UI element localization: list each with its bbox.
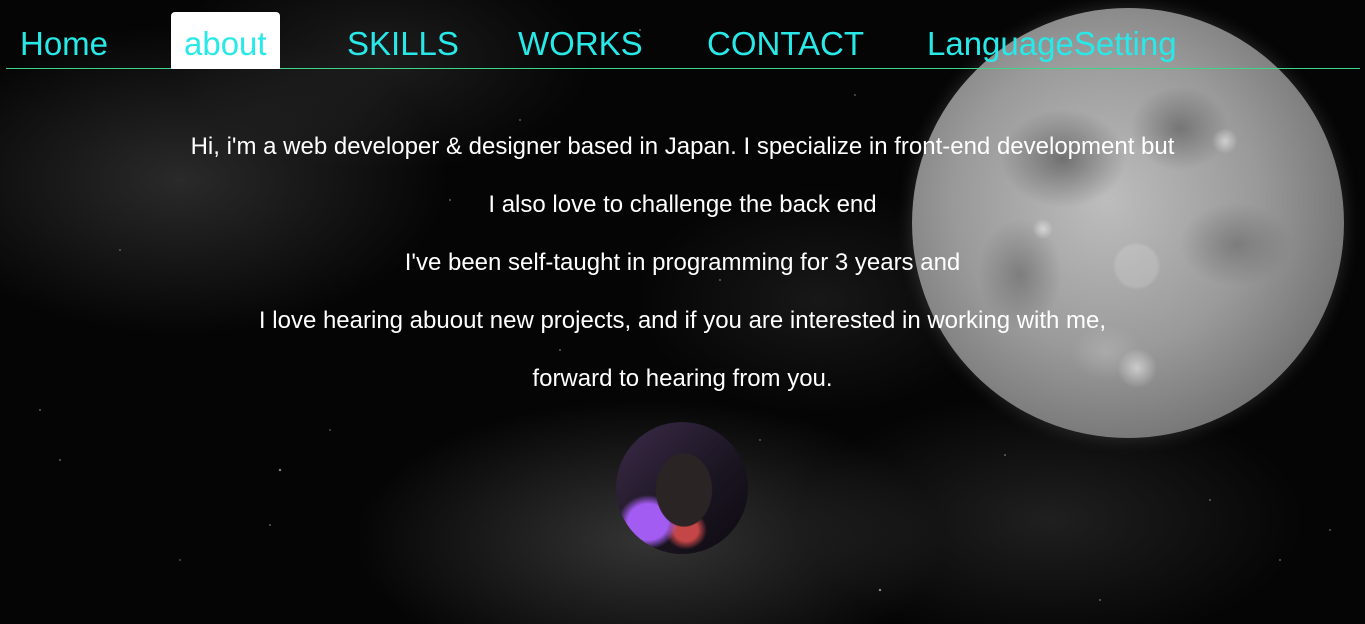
main-nav: Home about SKILLS WORKS CONTACT Language…	[6, 0, 1360, 69]
nav-home[interactable]: Home	[20, 22, 108, 66]
nav-language-setting[interactable]: LanguageSetting	[927, 22, 1177, 66]
about-text-line: Hi, i'm a web developer & designer based…	[190, 133, 1175, 160]
nav-about[interactable]: about	[171, 12, 280, 69]
about-text-line: I love hearing abuout new projects, and …	[258, 307, 1107, 334]
about-text-line: I've been self-taught in programming for…	[404, 249, 961, 276]
about-text-line: forward to hearing from you.	[532, 365, 833, 392]
page: Home about SKILLS WORKS CONTACT Language…	[0, 0, 1365, 624]
nav-contact[interactable]: CONTACT	[707, 22, 864, 66]
about-text-line: I also love to challenge the back end	[488, 191, 877, 218]
about-section: Hi, i'm a web developer & designer based…	[0, 124, 1365, 414]
nav-works[interactable]: WORKS	[518, 22, 643, 66]
avatar	[616, 422, 748, 554]
nav-skills[interactable]: SKILLS	[347, 22, 459, 66]
